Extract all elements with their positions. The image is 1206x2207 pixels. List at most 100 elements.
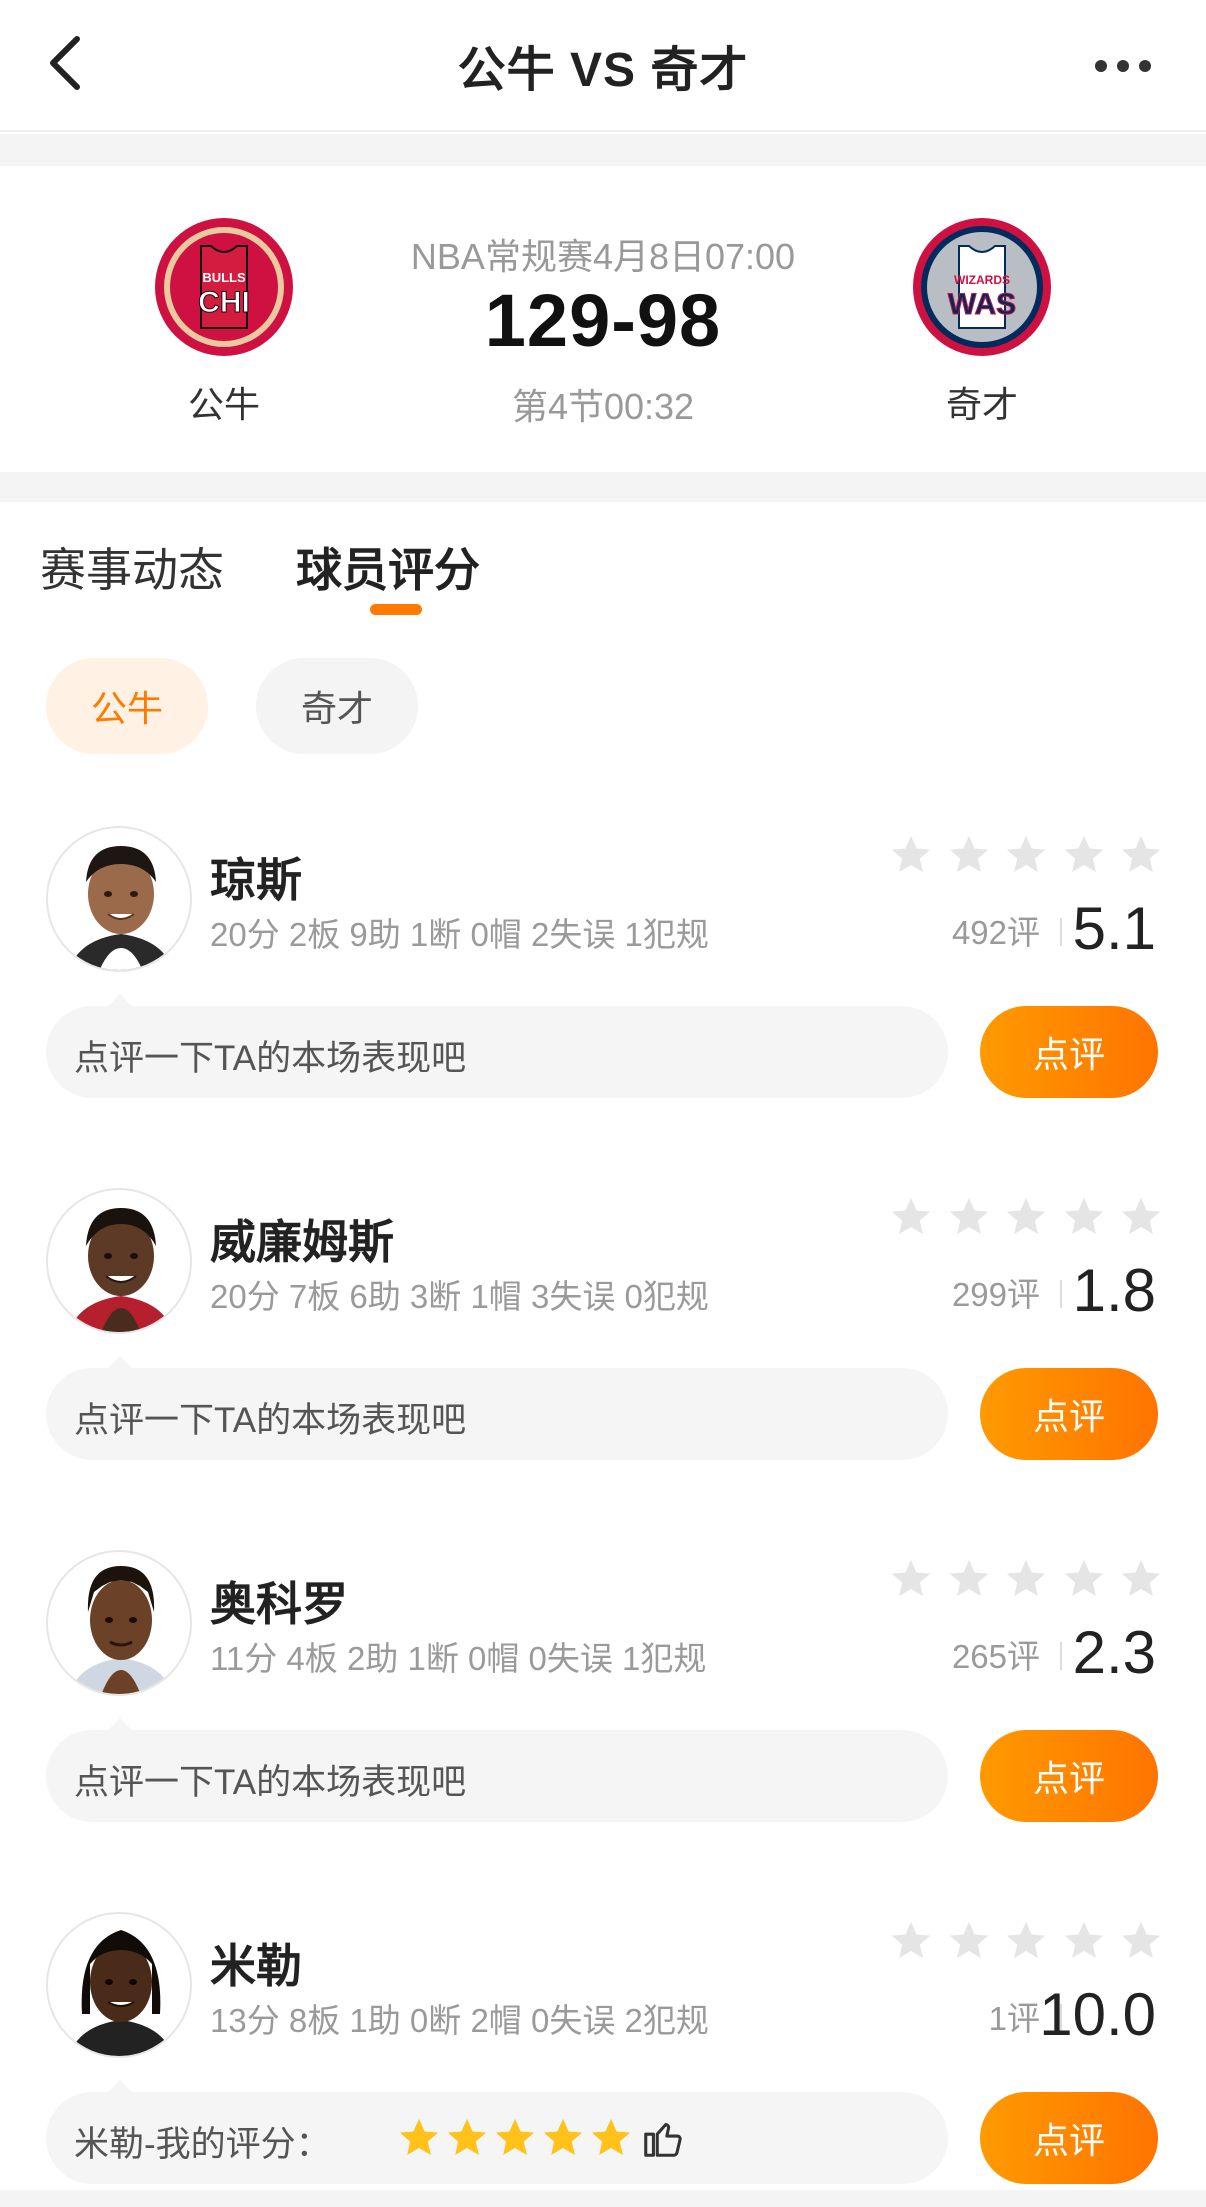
- star-empty-icon: [949, 1559, 988, 1597]
- player-card: 琼斯 20分 2板 9助 1断 0帽 2失误 1犯规 492评 5.1 点评一下…: [0, 826, 1206, 1126]
- player-name: 琼斯: [210, 854, 302, 906]
- star-empty-icon: [949, 1197, 988, 1235]
- star-empty-icon: [1006, 835, 1046, 873]
- star-empty-icon: [1064, 1559, 1103, 1597]
- wizards-logo[interactable]: WIZARDS WAS: [911, 216, 1053, 358]
- active-tab-indicator: [370, 604, 422, 615]
- section-divider: [0, 134, 1206, 166]
- comment-placeholder: 点评一下TA的本场表现吧: [74, 1039, 467, 1078]
- bulls-logo-top-text: BULLS: [202, 270, 246, 285]
- bulls-logo-text: CHI: [198, 286, 250, 319]
- more-dot: [1117, 60, 1129, 72]
- player-name: 威廉姆斯: [210, 1216, 394, 1268]
- star-filled-icon: [495, 2118, 535, 2156]
- player-stats: 20分 2板 9助 1断 0帽 2失误 1犯规: [210, 916, 709, 953]
- review-button[interactable]: 点评: [980, 1730, 1158, 1822]
- comment-input[interactable]: 点评一下TA的本场表现吧: [46, 994, 948, 1098]
- review-count: 265评: [951, 1638, 1040, 1675]
- review-count: 1评: [988, 2000, 1040, 2037]
- player-card: 威廉姆斯 20分 7板 6助 3断 1帽 3失误 0犯规 299评 1.8 点评…: [0, 1188, 1206, 1488]
- star-empty-icon: [891, 1559, 931, 1597]
- player-rating: 1.8: [1072, 1257, 1156, 1324]
- rating-stars[interactable]: [888, 1918, 1164, 1964]
- divider: [1060, 1280, 1062, 1308]
- bottom-edge: [0, 2190, 1206, 2207]
- star-empty-icon: [1006, 1197, 1046, 1235]
- player-rating: 10.0: [1039, 1981, 1156, 2048]
- bulls-logo[interactable]: BULLS CHI: [153, 216, 295, 358]
- wizards-logo-text: WAS: [948, 288, 1016, 321]
- star-empty-icon: [1006, 1921, 1046, 1959]
- more-dot: [1139, 60, 1151, 72]
- player-photo: [69, 1566, 173, 1694]
- wizards-logo-top-text: WIZARDS: [954, 273, 1010, 287]
- comment-bubble-tail: [106, 2080, 134, 2094]
- away-team-name: 奇才: [945, 384, 1018, 425]
- player-stats: 20分 7板 6助 3断 1帽 3失误 0犯规: [210, 1278, 709, 1315]
- rating-stars[interactable]: [888, 1194, 1164, 1240]
- star-filled-icon: [399, 2118, 439, 2156]
- player-photo: [69, 1930, 173, 2056]
- player-avatar[interactable]: [46, 1188, 192, 1334]
- filter-bulls[interactable]: 公牛: [46, 658, 208, 754]
- top-nav-bar: 公牛 VS 奇才: [0, 0, 1206, 132]
- star-empty-icon: [891, 835, 931, 873]
- player-rating: 5.1: [1072, 895, 1156, 962]
- player-name: 米勒: [210, 1940, 302, 1992]
- comment-bubble-tail: [106, 1356, 134, 1370]
- star-empty-icon: [1121, 835, 1161, 873]
- more-options-button[interactable]: [1078, 36, 1168, 96]
- player-avatar[interactable]: [46, 1912, 192, 2058]
- thumbs-up-icon[interactable]: [640, 2115, 686, 2161]
- player-avatar[interactable]: [46, 1550, 192, 1696]
- my-rating-stars: [396, 2114, 688, 2162]
- star-filled-icon: [543, 2118, 583, 2156]
- divider: [1060, 918, 1062, 946]
- tab-match-events[interactable]: 赛事动态: [40, 534, 224, 600]
- filter-wizards[interactable]: 奇才: [256, 658, 418, 754]
- star-empty-icon: [1121, 1559, 1161, 1597]
- star-empty-icon: [1006, 1559, 1046, 1597]
- match-status: 第4节00:32: [511, 386, 695, 427]
- star-filled-icon: [591, 2118, 631, 2156]
- review-button[interactable]: 点评: [980, 2092, 1158, 2184]
- scoreboard: BULLS CHI 公牛 NBA常规赛4月8日07:00 129-98 第4节0…: [0, 166, 1206, 472]
- match-score: 129-98: [484, 279, 722, 362]
- page-title: 公牛 VS 奇才: [457, 44, 749, 97]
- player-stats: 11分 4板 2助 1断 0帽 0失误 1犯规: [210, 1640, 707, 1677]
- review-button[interactable]: 点评: [980, 1368, 1158, 1460]
- tab-player-ratings[interactable]: 球员评分: [296, 534, 480, 600]
- star-empty-icon: [1121, 1921, 1161, 1959]
- comment-bubble-tail: [106, 994, 134, 1008]
- player-rating: 2.3: [1072, 1619, 1156, 1686]
- rating-stars[interactable]: [888, 1556, 1164, 1602]
- review-count: 299评: [951, 1276, 1040, 1313]
- comment-input[interactable]: 点评一下TA的本场表现吧: [46, 1356, 948, 1460]
- player-stats: 13分 8板 1助 0断 2帽 0失误 2犯规: [210, 2002, 709, 2039]
- player-name: 奥科罗: [210, 1578, 348, 1630]
- player-card: 奥科罗 11分 4板 2助 1断 0帽 0失误 1犯规 265评 2.3 点评一…: [0, 1550, 1206, 1850]
- star-empty-icon: [949, 1921, 988, 1959]
- my-rating-box: 米勒-我的评分：: [46, 2080, 948, 2184]
- comment-bubble-tail: [106, 1718, 134, 1732]
- star-empty-icon: [1121, 1197, 1161, 1235]
- star-empty-icon: [949, 835, 988, 873]
- my-rating-label: 米勒-我的评分：: [74, 2125, 331, 2164]
- home-team-name: 公牛: [187, 384, 260, 425]
- divider: [1060, 1642, 1062, 1670]
- star-filled-icon: [447, 2118, 487, 2156]
- star-empty-icon: [1064, 1921, 1103, 1959]
- star-empty-icon: [1064, 1197, 1103, 1235]
- star-empty-icon: [891, 1197, 931, 1235]
- match-meta: NBA常规赛4月8日07:00: [410, 236, 796, 277]
- comment-input[interactable]: 点评一下TA的本场表现吧: [46, 1718, 948, 1822]
- player-card: 米勒 13分 8板 1助 0断 2帽 0失误 2犯规 1评 10.0 米勒-我的…: [0, 1912, 1206, 2207]
- rating-stars[interactable]: [888, 832, 1164, 878]
- player-avatar[interactable]: [46, 826, 192, 972]
- player-photo: [69, 846, 173, 970]
- section-divider: [0, 472, 1206, 502]
- review-count: 492评: [951, 914, 1040, 951]
- star-empty-icon: [1064, 835, 1103, 873]
- review-button[interactable]: 点评: [980, 1006, 1158, 1098]
- more-dots-icon: [1095, 60, 1107, 72]
